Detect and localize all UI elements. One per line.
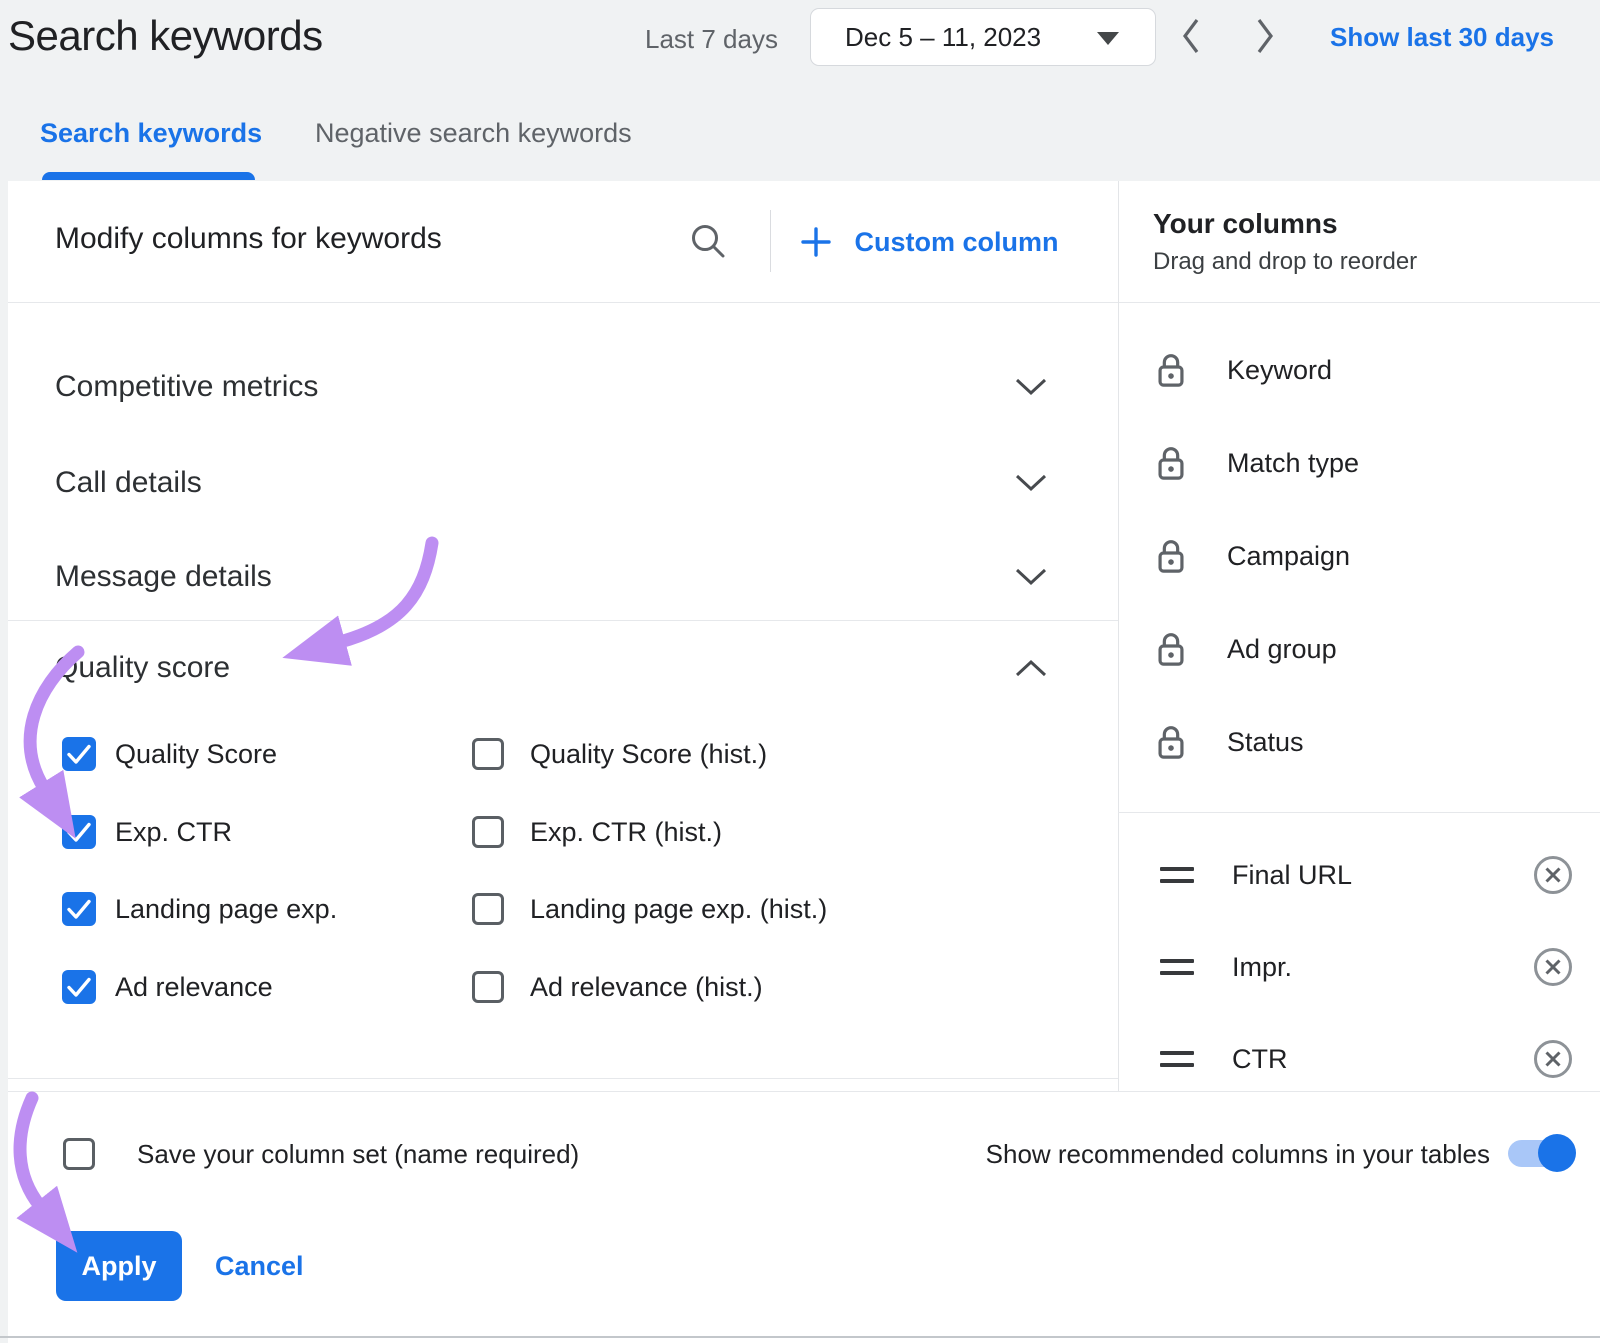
date-range-value: Dec 5 – 11, 2023 [845, 22, 1041, 53]
page-title: Search keywords [8, 12, 323, 60]
checkbox-exp-ctr-hist[interactable] [472, 816, 504, 848]
recommended-columns-toggle-knob[interactable] [1538, 1134, 1576, 1172]
remove-column-final-url-button[interactable] [1532, 854, 1574, 896]
check-icon [62, 892, 96, 926]
remove-circle-icon [1532, 946, 1574, 988]
draggable-column-impr[interactable]: Impr. [1232, 950, 1292, 984]
search-icon [688, 221, 728, 261]
divider [8, 1091, 1600, 1092]
panel-divider [1118, 181, 1119, 1091]
tab-search-keywords[interactable]: Search keywords [40, 118, 262, 149]
locked-column-ad-group: Ad group [1227, 632, 1337, 666]
draggable-column-final-url[interactable]: Final URL [1232, 858, 1352, 892]
remove-circle-icon [1532, 1038, 1574, 1080]
modify-columns-title: Modify columns for keywords [55, 222, 442, 256]
locked-column-campaign: Campaign [1227, 539, 1350, 573]
chevron-up-icon [1014, 658, 1048, 678]
apply-button[interactable]: Apply [56, 1231, 182, 1301]
checkbox-exp-ctr[interactable] [62, 815, 96, 849]
checkbox-label[interactable]: Landing page exp. (hist.) [530, 892, 827, 926]
checkbox-label[interactable]: Quality Score [115, 737, 277, 771]
section-competitive-metrics[interactable]: Competitive metrics [55, 367, 318, 407]
dropdown-caret-icon [1097, 32, 1119, 45]
remove-column-ctr-button[interactable] [1532, 1038, 1574, 1080]
divider [1118, 812, 1600, 813]
chevron-left-icon [1178, 16, 1204, 56]
section-quality-score[interactable]: Quality score [55, 648, 230, 688]
draggable-column-ctr[interactable]: CTR [1232, 1042, 1288, 1076]
drag-handle-icon[interactable] [1160, 959, 1194, 975]
section-message-details-toggle[interactable] [1014, 567, 1048, 587]
tab-negative-search-keywords[interactable]: Negative search keywords [315, 118, 632, 149]
date-range-picker[interactable]: Dec 5 – 11, 2023 [810, 8, 1156, 66]
checkbox-landing-page-exp[interactable] [62, 892, 96, 926]
active-tab-indicator [42, 172, 255, 180]
your-columns-subtitle: Drag and drop to reorder [1153, 248, 1417, 276]
section-quality-score-toggle[interactable] [1014, 658, 1048, 678]
checkbox-label[interactable]: Exp. CTR [115, 815, 232, 849]
remove-circle-icon [1532, 854, 1574, 896]
section-competitive-metrics-toggle[interactable] [1014, 377, 1048, 397]
divider [8, 620, 1118, 621]
cancel-button[interactable]: Cancel [215, 1231, 304, 1301]
lock-icon [1155, 724, 1187, 762]
check-icon [62, 737, 96, 771]
checkbox-label[interactable]: Quality Score (hist.) [530, 737, 767, 771]
save-column-set-checkbox[interactable] [63, 1138, 95, 1170]
chevron-right-icon [1252, 16, 1278, 56]
show-last-30-days-link[interactable]: Show last 30 days [1330, 22, 1554, 53]
apply-button-label: Apply [81, 1251, 156, 1282]
divider [8, 1078, 1118, 1079]
chevron-down-icon [1014, 473, 1048, 493]
custom-column-button[interactable]: Custom column [800, 226, 1058, 258]
recommended-columns-label: Show recommended columns in your tables [986, 1138, 1490, 1170]
locked-column-match-type: Match type [1227, 446, 1359, 480]
custom-column-label: Custom column [854, 227, 1058, 258]
section-call-details[interactable]: Call details [55, 463, 202, 503]
remove-column-impr-button[interactable] [1532, 946, 1574, 988]
lock-icon [1155, 352, 1187, 390]
toolbar-divider [770, 210, 771, 272]
checkbox-quality-score[interactable] [62, 737, 96, 771]
prev-period-button[interactable] [1178, 16, 1204, 56]
lock-icon [1155, 631, 1187, 669]
drag-handle-icon[interactable] [1160, 867, 1194, 883]
bottom-border [0, 1336, 1600, 1338]
checkbox-label[interactable]: Exp. CTR (hist.) [530, 815, 722, 849]
checkbox-label[interactable]: Ad relevance [115, 970, 273, 1004]
chevron-down-icon [1014, 567, 1048, 587]
check-icon [62, 970, 96, 1004]
divider [8, 302, 1600, 303]
locked-column-keyword: Keyword [1227, 353, 1332, 387]
checkbox-ad-relevance-hist[interactable] [472, 971, 504, 1003]
search-columns-button[interactable] [688, 221, 728, 261]
checkbox-label[interactable]: Landing page exp. [115, 892, 337, 926]
checkbox-label[interactable]: Ad relevance (hist.) [530, 970, 763, 1004]
lock-icon [1155, 538, 1187, 576]
plus-icon [800, 226, 832, 258]
checkbox-landing-page-exp-hist[interactable] [472, 893, 504, 925]
next-period-button[interactable] [1252, 16, 1278, 56]
period-label: Last 7 days [645, 24, 778, 55]
chevron-down-icon [1014, 377, 1048, 397]
check-icon [62, 815, 96, 849]
save-column-set-label[interactable]: Save your column set (name required) [137, 1138, 579, 1170]
checkbox-quality-score-hist[interactable] [472, 738, 504, 770]
locked-column-status: Status [1227, 725, 1304, 759]
your-columns-title: Your columns [1153, 208, 1338, 240]
section-message-details[interactable]: Message details [55, 557, 272, 597]
section-call-details-toggle[interactable] [1014, 473, 1048, 493]
drag-handle-icon[interactable] [1160, 1051, 1194, 1067]
lock-icon [1155, 445, 1187, 483]
checkbox-ad-relevance[interactable] [62, 970, 96, 1004]
